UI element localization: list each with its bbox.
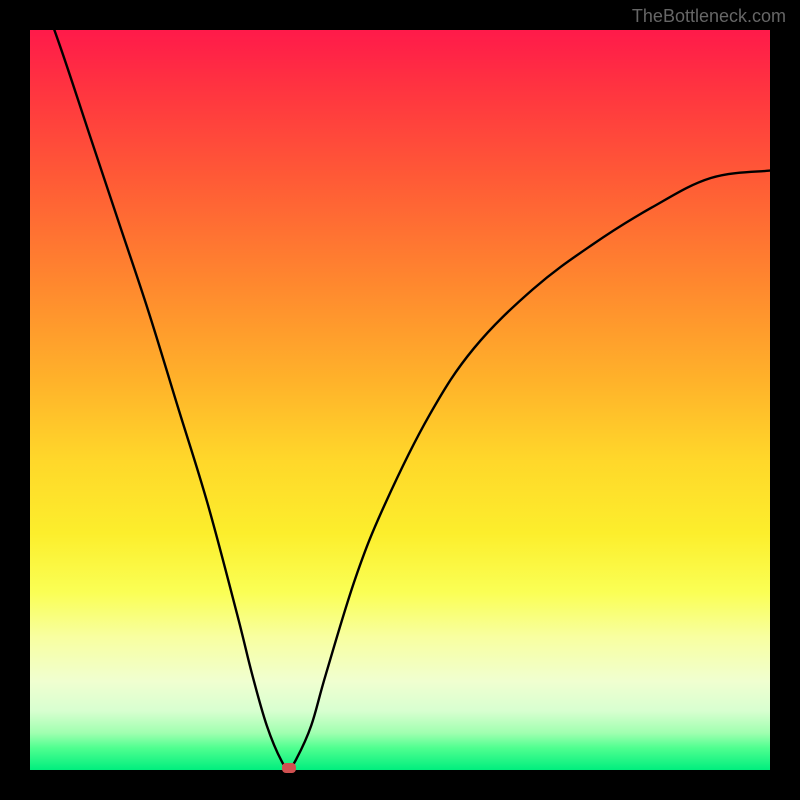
curve-svg xyxy=(30,30,770,770)
bottleneck-curve xyxy=(30,30,770,768)
watermark-text: TheBottleneck.com xyxy=(632,6,786,27)
chart-plot-area xyxy=(30,30,770,770)
optimal-point-marker xyxy=(282,763,296,773)
